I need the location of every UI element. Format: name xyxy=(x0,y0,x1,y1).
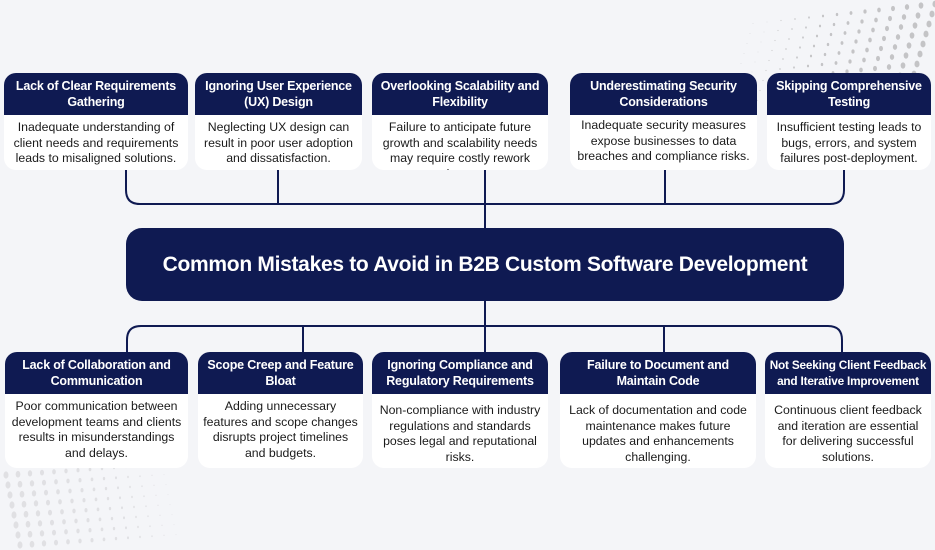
card-heading: Lack of Clear Requirements Gathering xyxy=(4,73,188,115)
mistake-card-scalability: Overlooking Scalability and Flexibility … xyxy=(372,73,548,170)
card-heading: Skipping Comprehensive Testing xyxy=(767,73,931,115)
card-heading: Failure to Document and Maintain Code xyxy=(560,352,756,394)
mistake-card-documentation: Failure to Document and Maintain Code La… xyxy=(560,352,756,468)
mistake-card-scope-creep: Scope Creep and Feature Bloat Adding unn… xyxy=(198,352,363,468)
mistake-card-client-feedback: Not Seeking Client Feedback and Iterativ… xyxy=(765,352,931,468)
mistake-card-requirements: Lack of Clear Requirements Gathering Ina… xyxy=(4,73,188,170)
card-description: Neglecting UX design can result in poor … xyxy=(203,120,354,165)
card-description: Lack of documentation and code maintenan… xyxy=(569,403,747,464)
card-heading: Ignoring User Experience (UX) Design xyxy=(195,73,362,115)
card-heading: Underestimating Security Considerations xyxy=(570,73,757,115)
card-description: Non-compliance with industry regulations… xyxy=(379,403,541,464)
mistake-card-collaboration: Lack of Collaboration and Communication … xyxy=(5,352,188,468)
main-title: Common Mistakes to Avoid in B2B Custom S… xyxy=(162,252,808,276)
card-heading: Lack of Collaboration and Communication xyxy=(5,352,188,394)
card-description: Poor communication between development t… xyxy=(11,399,182,460)
card-heading: Not Seeking Client Feedback and Iterativ… xyxy=(765,352,931,394)
card-heading: Overlooking Scalability and Flexibility xyxy=(372,73,548,115)
card-heading: Ignoring Compliance and Regulatory Requi… xyxy=(372,352,548,394)
mistake-card-testing: Skipping Comprehensive Testing Insuffici… xyxy=(767,73,931,170)
mistake-card-security: Underestimating Security Considerations … xyxy=(570,73,757,170)
card-description: Insufficient testing leads to bugs, erro… xyxy=(776,120,922,165)
main-title-box: Common Mistakes to Avoid in B2B Custom S… xyxy=(126,228,844,301)
mistake-card-compliance: Ignoring Compliance and Regulatory Requi… xyxy=(372,352,548,468)
card-description: Adding unnecessary features and scope ch… xyxy=(203,399,358,460)
card-description: Continuous client feedback and iteration… xyxy=(774,403,922,464)
card-description: Inadequate security measures expose busi… xyxy=(577,118,750,163)
card-heading: Scope Creep and Feature Bloat xyxy=(198,352,363,394)
card-description: Inadequate understanding of client needs… xyxy=(13,120,179,165)
mistake-card-ux: Ignoring User Experience (UX) Design Neg… xyxy=(195,73,362,170)
card-description: Failure to anticipate future growth and … xyxy=(382,120,538,170)
